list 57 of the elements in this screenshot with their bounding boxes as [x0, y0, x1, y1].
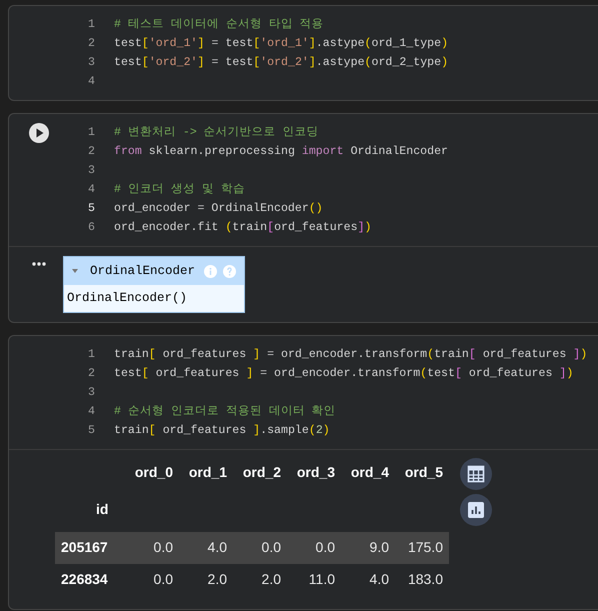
- line-number: 3: [87, 163, 95, 179]
- column-header: ord_0: [134, 463, 174, 482]
- code-line: test['ord_2'] = test['ord_2'].astype(ord_2_type): [114, 55, 448, 71]
- chart-button[interactable]: [460, 494, 492, 526]
- line-number: 2: [87, 366, 95, 382]
- column-header: ord_5: [404, 463, 444, 482]
- table-cell-text: 0.0: [152, 570, 174, 590]
- code-line: # 테스트 데이터에 순서형 타입 적용: [114, 17, 324, 33]
- table-cell-text: 2.0: [260, 570, 282, 590]
- run-button[interactable]: [29, 123, 49, 143]
- table-cell-text: 183.0: [406, 570, 444, 590]
- line-number: 3: [87, 55, 95, 71]
- caret-icon: [72, 268, 78, 274]
- code-line: from sklearn.preprocessing import OrdinalEncoder: [114, 144, 448, 160]
- code-line: test['ord_1'] = test['ord_1'].astype(ord_1_type): [114, 36, 448, 52]
- table-icon: [467, 464, 485, 483]
- table-cell: 9.0: [341, 532, 395, 564]
- column-header: ord_3: [296, 463, 336, 482]
- code-line: ord_encoder.fit (train[ord_features]): [114, 220, 372, 236]
- table-cell: 0.0: [125, 532, 179, 564]
- estimator-title: OrdinalEncoder: [90, 262, 196, 280]
- estimator-repr: OrdinalEncoder(): [66, 290, 188, 307]
- line-number: 5: [87, 422, 95, 439]
- line-number: 1: [87, 125, 95, 141]
- column-header: ord_2: [242, 463, 282, 482]
- table-cell-text: 11.0: [308, 570, 336, 590]
- more-icon[interactable]: [32, 262, 46, 266]
- line-number: 4: [87, 182, 95, 198]
- index-header: id: [95, 500, 110, 520]
- code-line: # 변환처리 -> 순서기반으로 인코딩: [114, 125, 319, 141]
- line-number: 5: [87, 201, 95, 217]
- table-cell: 0.0: [233, 532, 287, 564]
- code-line: train[ ord_features ].sample(2): [114, 422, 330, 439]
- table-cell: 0.0: [287, 532, 341, 564]
- code-line: train[ ord_features ] = ord_encoder.transform(train[ ord_features ]): [114, 346, 588, 363]
- bar-chart-icon: [468, 502, 484, 518]
- column-header: ord_4: [350, 463, 390, 482]
- line-number: 2: [87, 144, 95, 160]
- line-number: 1: [87, 346, 95, 363]
- column-header: ord_1: [188, 463, 228, 482]
- table-cell: 4.0: [179, 532, 233, 564]
- index-cell: 205167: [55, 532, 125, 564]
- line-number: 4: [87, 404, 95, 420]
- index-cell-text: 226834: [60, 570, 109, 590]
- table-cell: 175.0: [395, 532, 449, 564]
- table-cell-text: 4.0: [368, 570, 390, 590]
- line-number: 3: [87, 384, 95, 401]
- line-number: 6: [87, 220, 95, 236]
- code-line: # 인코더 생성 및 학습: [114, 182, 245, 198]
- code-line: ord_encoder = OrdinalEncoder(): [114, 201, 323, 217]
- table-cell-text: 2.0: [206, 570, 228, 590]
- line-number: 4: [87, 74, 95, 90]
- line-number: 1: [87, 17, 95, 33]
- line-number: 2: [87, 36, 95, 52]
- code-line: test[ ord_features ] = ord_encoder.transform(test[ ord_features ]): [114, 366, 574, 382]
- table-view-button[interactable]: [460, 458, 492, 490]
- code-line: # 순서형 인코더로 적용된 데이터 확인: [114, 404, 336, 420]
